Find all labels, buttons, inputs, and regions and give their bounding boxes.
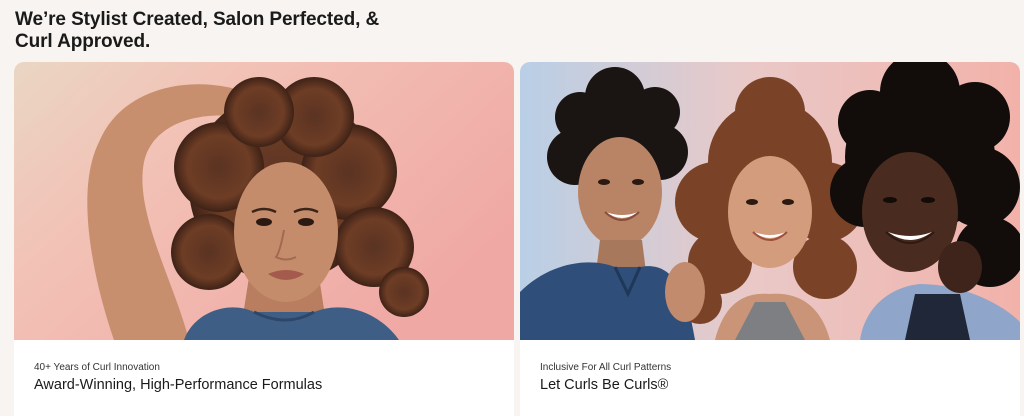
feature-card-innovation[interactable]: 40+ Years of Curl Innovation Award-Winni… [14, 62, 514, 416]
card-eyebrow: 40+ Years of Curl Innovation [34, 362, 160, 373]
feature-card-inclusive[interactable]: Inclusive For All Curl Patterns Let Curl… [520, 62, 1020, 416]
curly-woman-photo [14, 62, 514, 340]
page-title: We’re Stylist Created, Salon Perfected, … [15, 9, 380, 52]
card-image-three-people [520, 62, 1020, 340]
card-heading[interactable]: Let Curls Be Curls® [540, 376, 668, 394]
card-image-curly-woman [14, 62, 514, 340]
card-eyebrow: Inclusive For All Curl Patterns [540, 362, 672, 373]
card-heading[interactable]: Award-Winning, High-Performance Formulas [34, 376, 322, 394]
three-people-photo [520, 62, 1020, 340]
